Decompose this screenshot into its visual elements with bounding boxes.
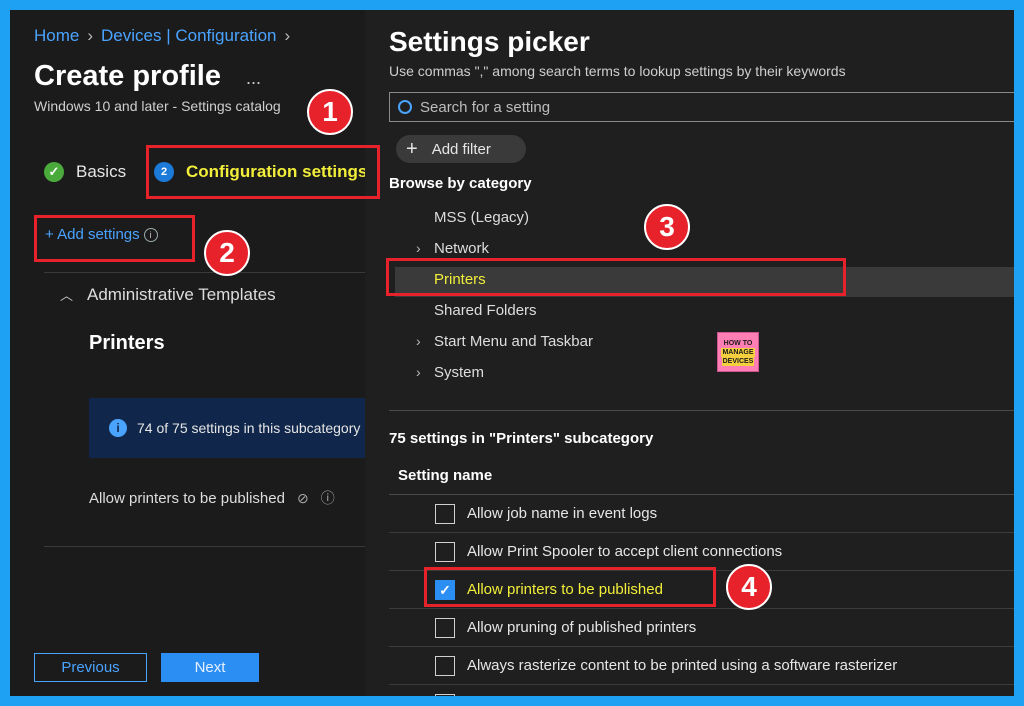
category-item[interactable]: Shared Folders [434,302,537,319]
category-item[interactable]: › Start Menu and Taskbar [416,333,593,350]
setting-label: Allow Print Spooler to accept client con… [467,543,783,560]
annotation-badge-1: 1 [307,89,353,135]
logo-line: HOW TO [723,339,753,347]
chevron-right-icon: › [87,26,94,45]
setting-row[interactable]: Allow job name in event logs [389,495,1014,533]
setting-row[interactable]: Allow pruning of published printers [389,609,1014,647]
search-placeholder: Search for a setting [420,98,551,116]
annotation-badge-4: 4 [726,564,772,610]
breadcrumb-devices-configuration[interactable]: Devices | Configuration [101,26,276,45]
divider [44,272,365,273]
search-icon [398,100,412,114]
info-banner-text: 74 of 75 settings in this subcategory [137,420,361,436]
checkbox[interactable] [435,656,455,676]
setting-label: Always rasterize content to be printed u… [467,657,898,674]
category-label: MSS (Legacy) [434,209,530,226]
page-title: Create profile [34,60,221,92]
chevron-right-icon[interactable]: › [416,364,421,380]
settings-count-label: 75 settings in "Printers" subcategory [389,430,654,447]
annotation-box-3 [386,258,846,296]
divider [389,410,1014,411]
divider [44,546,365,547]
picker-title: Settings picker [389,26,590,57]
breadcrumb-home[interactable]: Home [34,26,79,45]
category-label: System [434,364,485,381]
previous-button[interactable]: Previous [34,653,147,682]
add-filter-button[interactable]: + Add filter [396,135,526,163]
setting-label: Allow printers to be published [89,490,285,507]
info-banner: i 74 of 75 settings in this subcategory [89,398,365,458]
screenshot-frame: Home › Devices | Configuration › Create pro… [10,10,1014,696]
annotation-box-2 [34,215,195,262]
chevron-right-icon: › [284,26,291,45]
next-button[interactable]: Next [161,653,259,682]
picker-description: Use commas "," among search terms to loo… [389,63,846,79]
setting-row[interactable]: Allow Print Spooler to accept client con… [389,533,1014,571]
group-label: Administrative Templates [87,285,276,304]
checkbox[interactable] [435,504,455,524]
checkmark-icon: ✓ [44,162,64,182]
checkbox[interactable] [435,618,455,638]
administrative-templates-group[interactable]: ︿ Administrative Templates [60,285,276,305]
page-subtitle: Windows 10 and later - Settings catalog [34,98,281,114]
setting-row[interactable]: Always rasterize content to be printed u… [389,647,1014,685]
annotation-box-1 [146,145,380,199]
chevron-right-icon[interactable]: › [416,333,421,349]
annotation-box-4 [424,567,716,607]
more-options-icon[interactable]: ... [246,68,261,89]
logo-line: DEVICES [721,356,755,366]
configured-setting-row: Allow printers to be published ⊘ ⓘ [89,488,335,508]
subcategory-heading: Printers [89,332,165,354]
setting-label: Allow job name in event logs [467,505,658,522]
column-header-setting-name[interactable]: Setting name [398,467,492,484]
category-item[interactable]: › Network [416,240,490,257]
category-item[interactable]: › System [416,364,485,381]
chevron-right-icon[interactable]: › [416,240,421,256]
tab-basics[interactable]: ✓ Basics [44,162,126,182]
annotation-badge-2: 2 [204,230,250,276]
chevron-up-icon: ︿ [60,288,74,303]
add-filter-label: Add filter [431,140,491,158]
info-icon[interactable]: ⓘ [321,490,335,506]
tab-basics-label: Basics [76,162,127,181]
search-input[interactable]: Search for a setting [389,92,1014,122]
category-label: Start Menu and Taskbar [434,333,593,350]
checkbox[interactable] [435,542,455,562]
plus-icon: + [406,138,418,160]
annotation-badge-3: 3 [644,204,690,250]
setting-label: Allow pruning of published printers [467,619,697,636]
breadcrumb: Home › Devices | Configuration › [34,26,298,46]
checkbox[interactable] [435,694,455,696]
category-label: Network [434,240,490,257]
category-label: Shared Folders [434,302,537,319]
category-item[interactable]: MSS (Legacy) [434,209,529,226]
logo-line: MANAGE [721,347,755,357]
policy-icon: ⊘ [296,490,309,506]
how-to-manage-devices-logo: HOW TO MANAGE DEVICES [717,332,759,372]
browse-by-category-heading: Browse by category [389,175,532,192]
setting-row[interactable] [389,685,1014,696]
info-icon: i [109,419,127,437]
